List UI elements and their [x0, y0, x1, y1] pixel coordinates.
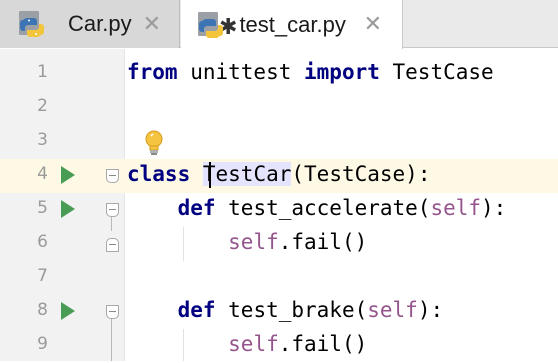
run-test-icon[interactable]: [61, 200, 75, 218]
text-caret: [209, 162, 211, 188]
line-number: 7: [37, 266, 48, 286]
close-tab-icon[interactable]: ✕: [364, 11, 382, 37]
line-number: 8: [37, 300, 48, 320]
line-number: 5: [37, 198, 48, 218]
fold-marker-icon[interactable]: [106, 238, 119, 252]
close-tab-icon[interactable]: ✕: [143, 11, 161, 37]
code-line-2[interactable]: 2: [0, 91, 558, 125]
fold-connector: [111, 319, 112, 361]
line-number: 4: [37, 164, 48, 184]
line-number: 3: [37, 130, 48, 150]
code-editor[interactable]: 1 from unittest import TestCase 2 3 4 cl…: [0, 49, 558, 361]
code-line-8[interactable]: 8 def test_brake(self):: [0, 295, 558, 329]
line-number: 1: [37, 62, 48, 82]
python-test-file-icon: [197, 11, 225, 39]
code-text[interactable]: self.fail(): [127, 230, 367, 254]
code-text[interactable]: self.fail(): [127, 332, 367, 356]
fold-connector: [111, 217, 112, 231]
fold-marker-icon[interactable]: [106, 203, 119, 217]
highlighted-identifier: TestCar: [202, 162, 292, 186]
code-line-6[interactable]: 6 self.fail(): [0, 227, 558, 261]
line-number: 2: [37, 96, 48, 116]
code-line-4[interactable]: 4 class TestCar(TestCase):: [0, 159, 558, 193]
code-line-9[interactable]: 9 self.fail(): [0, 329, 558, 363]
tab-label: Car.py: [68, 11, 132, 36]
line-number: 6: [37, 232, 48, 252]
code-line-5[interactable]: 5 def test_accelerate(self):: [0, 193, 558, 227]
code-text[interactable]: from unittest import TestCase: [127, 60, 494, 84]
lightbulb-icon[interactable]: [142, 129, 166, 157]
code-line-7[interactable]: 7: [0, 261, 558, 295]
python-file-icon: [18, 10, 46, 38]
code-text[interactable]: def test_brake(self):: [127, 298, 444, 322]
run-test-icon[interactable]: [61, 302, 75, 320]
fold-marker-icon[interactable]: [106, 305, 119, 319]
editor-tab-bar: Car.py ✕ ✱ test_car.py ✕: [0, 0, 558, 49]
code-text[interactable]: def test_accelerate(self):: [127, 196, 507, 220]
fold-marker-icon[interactable]: [106, 169, 119, 183]
code-line-1[interactable]: 1 from unittest import TestCase: [0, 57, 558, 91]
tab-test-car-py[interactable]: ✱ test_car.py ✕: [181, 0, 403, 49]
code-line-3[interactable]: 3: [0, 125, 558, 159]
tab-car-py[interactable]: Car.py ✕: [0, 0, 180, 48]
tab-label: test_car.py: [239, 11, 346, 37]
code-text[interactable]: class TestCar(TestCase):: [127, 162, 430, 186]
line-number: 9: [37, 334, 48, 354]
run-test-icon[interactable]: [61, 166, 75, 184]
